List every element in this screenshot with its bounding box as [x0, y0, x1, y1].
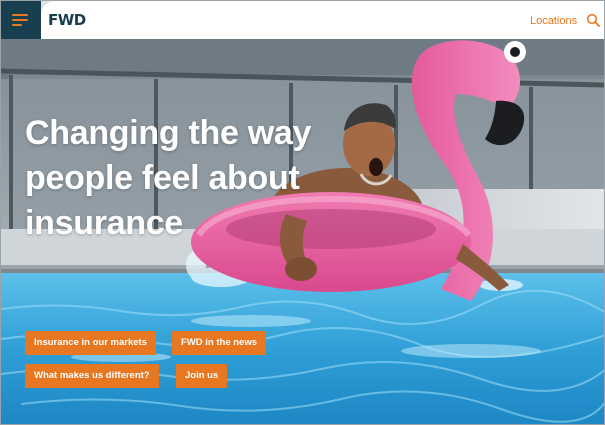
- search-icon[interactable]: [586, 13, 600, 27]
- insurance-in-our-markets-button[interactable]: Insurance in our markets: [25, 331, 156, 355]
- site-header: FWD Locations: [1, 1, 604, 39]
- headline-line-3: insurance: [25, 204, 183, 242]
- hero-headline: Changing the way people feel about insur…: [25, 111, 355, 246]
- hamburger-menu-icon[interactable]: [12, 14, 28, 26]
- menu-button[interactable]: [1, 1, 41, 39]
- locations-link[interactable]: Locations: [530, 15, 577, 27]
- hero-banner: Changing the way people feel about insur…: [1, 39, 604, 424]
- header-bar: [41, 1, 604, 39]
- headline-line-1: Changing the way: [25, 114, 312, 152]
- join-us-button[interactable]: Join us: [176, 364, 228, 388]
- what-makes-us-different-button[interactable]: What makes us different?: [25, 364, 159, 388]
- page-frame: FWD Locations Changing the way people fe…: [0, 0, 605, 425]
- headline-line-2: people feel about: [25, 159, 300, 197]
- fwd-logo[interactable]: FWD: [48, 11, 86, 29]
- fwd-in-the-news-button[interactable]: FWD in the news: [172, 331, 266, 355]
